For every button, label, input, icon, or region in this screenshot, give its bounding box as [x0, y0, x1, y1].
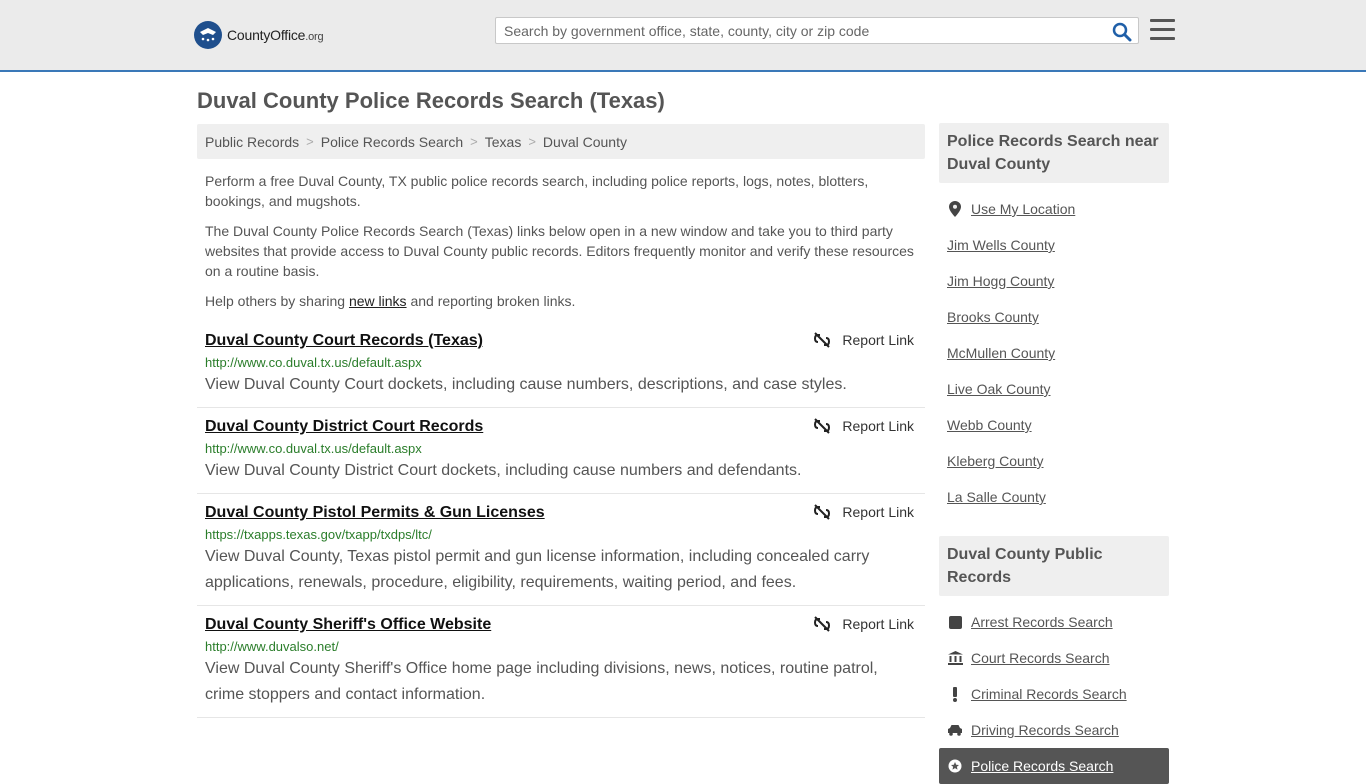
public-record-item-arrest[interactable]: Arrest Records Search — [939, 604, 1169, 640]
result-title-link[interactable]: Duval County Sheriff's Office Website — [205, 615, 491, 635]
report-link-button[interactable]: Report Link — [814, 616, 914, 632]
criminal-records-link[interactable]: Criminal Records Search — [971, 686, 1127, 702]
broken-link-icon — [814, 332, 831, 348]
nearby-county-link[interactable]: Live Oak County — [947, 381, 1051, 397]
site-logo[interactable]: CountyOffice.org — [194, 20, 324, 50]
public-record-item-driving[interactable]: Driving Records Search — [939, 712, 1169, 748]
court-records-link[interactable]: Court Records Search — [971, 650, 1110, 666]
result-item: Duval County Sheriff's Office Website Re… — [197, 606, 925, 718]
use-my-location-item[interactable]: Use My Location — [939, 191, 1169, 227]
public-record-item-criminal[interactable]: Criminal Records Search — [939, 676, 1169, 712]
result-title-link[interactable]: Duval County District Court Records — [205, 417, 483, 437]
sidebar-nearby-title: Police Records Search near Duval County — [939, 123, 1169, 183]
nearby-county-item[interactable]: Brooks County — [939, 299, 1169, 335]
result-description: View Duval County Court dockets, includi… — [205, 376, 847, 393]
sidebar-nearby: Police Records Search near Duval County … — [939, 123, 1169, 515]
nearby-county-item[interactable]: Live Oak County — [939, 371, 1169, 407]
courthouse-icon — [947, 651, 963, 665]
page-title: Duval County Police Records Search (Texa… — [197, 88, 665, 113]
search-icon[interactable] — [1112, 22, 1132, 42]
nearby-county-link[interactable]: Webb County — [947, 417, 1032, 433]
broken-link-icon — [814, 504, 831, 520]
nearby-county-link[interactable]: McMullen County — [947, 345, 1055, 361]
result-item: Duval County Court Records (Texas) Repor… — [197, 322, 925, 408]
intro-text: Perform a free Duval County, TX public p… — [205, 171, 920, 321]
result-url: http://www.co.duval.tx.us/default.aspx — [205, 355, 422, 370]
nearby-county-link[interactable]: Jim Wells County — [947, 237, 1055, 253]
police-badge-icon — [947, 759, 963, 773]
breadcrumb-separator-icon: > — [470, 134, 478, 149]
result-url: https://txapps.texas.gov/txapp/txdps/ltc… — [205, 527, 432, 542]
breadcrumb-public-records[interactable]: Public Records — [205, 134, 299, 150]
new-links-link[interactable]: new links — [349, 293, 407, 309]
exclamation-icon — [947, 686, 963, 702]
breadcrumb-separator-icon: > — [528, 134, 536, 149]
report-link-button[interactable]: Report Link — [814, 418, 914, 434]
result-item: Duval County District Court Records Repo… — [197, 408, 925, 494]
site-header: CountyOffice.org — [0, 0, 1366, 72]
breadcrumb-separator-icon: > — [306, 134, 314, 149]
nearby-county-item[interactable]: La Salle County — [939, 479, 1169, 515]
broken-link-icon — [814, 418, 831, 434]
nearby-county-item[interactable]: Jim Wells County — [939, 227, 1169, 263]
sidebar-public-records-title: Duval County Public Records — [939, 536, 1169, 596]
result-title-link[interactable]: Duval County Pistol Permits & Gun Licens… — [205, 503, 545, 523]
logo-text: CountyOffice.org — [227, 27, 324, 43]
intro-paragraph: The Duval County Police Records Search (… — [205, 223, 914, 279]
car-icon — [947, 724, 963, 736]
sidebar-public-records: Duval County Public Records Arrest Recor… — [939, 536, 1169, 784]
result-description: View Duval County Sheriff's Office home … — [205, 660, 878, 703]
police-records-link[interactable]: Police Records Search — [971, 758, 1113, 774]
search-box — [495, 17, 1139, 44]
arrest-records-link[interactable]: Arrest Records Search — [971, 614, 1113, 630]
nearby-county-link[interactable]: La Salle County — [947, 489, 1046, 505]
intro-paragraph: Perform a free Duval County, TX public p… — [205, 173, 869, 209]
nearby-county-item[interactable]: McMullen County — [939, 335, 1169, 371]
result-description: View Duval County, Texas pistol permit a… — [205, 548, 870, 591]
nearby-county-item[interactable]: Kleberg County — [939, 443, 1169, 479]
logo-seal-icon — [194, 21, 222, 49]
driving-records-link[interactable]: Driving Records Search — [971, 722, 1119, 738]
nearby-list: Use My Location Jim Wells County Jim Hog… — [939, 191, 1169, 515]
public-records-list: Arrest Records Search Court Records Sear… — [939, 604, 1169, 784]
nearby-county-link[interactable]: Brooks County — [947, 309, 1039, 325]
search-input[interactable] — [496, 18, 1104, 43]
result-description: View Duval County District Court dockets… — [205, 462, 802, 479]
report-link-button[interactable]: Report Link — [814, 332, 914, 348]
arrest-square-icon — [947, 615, 963, 629]
result-title-link[interactable]: Duval County Court Records (Texas) — [205, 331, 483, 351]
result-url: http://www.co.duval.tx.us/default.aspx — [205, 441, 422, 456]
breadcrumb-duval-county[interactable]: Duval County — [543, 134, 627, 150]
public-record-item-court[interactable]: Court Records Search — [939, 640, 1169, 676]
report-link-button[interactable]: Report Link — [814, 504, 914, 520]
breadcrumb: Public Records > Police Records Search >… — [197, 124, 925, 159]
nearby-county-link[interactable]: Kleberg County — [947, 453, 1044, 469]
nearby-county-item[interactable]: Jim Hogg County — [939, 263, 1169, 299]
hamburger-menu-icon[interactable] — [1150, 19, 1175, 41]
result-url: http://www.duvalso.net/ — [205, 639, 339, 654]
share-paragraph: Help others by sharing new links and rep… — [205, 293, 576, 309]
nearby-county-link[interactable]: Jim Hogg County — [947, 273, 1054, 289]
nearby-county-item[interactable]: Webb County — [939, 407, 1169, 443]
broken-link-icon — [814, 616, 831, 632]
use-my-location-link[interactable]: Use My Location — [971, 201, 1075, 217]
result-item: Duval County Pistol Permits & Gun Licens… — [197, 494, 925, 606]
map-pin-icon — [947, 201, 963, 217]
breadcrumb-texas[interactable]: Texas — [485, 134, 522, 150]
results-list: Duval County Court Records (Texas) Repor… — [197, 322, 925, 718]
breadcrumb-police-records-search[interactable]: Police Records Search — [321, 134, 463, 150]
public-record-item-police[interactable]: Police Records Search — [939, 748, 1169, 784]
